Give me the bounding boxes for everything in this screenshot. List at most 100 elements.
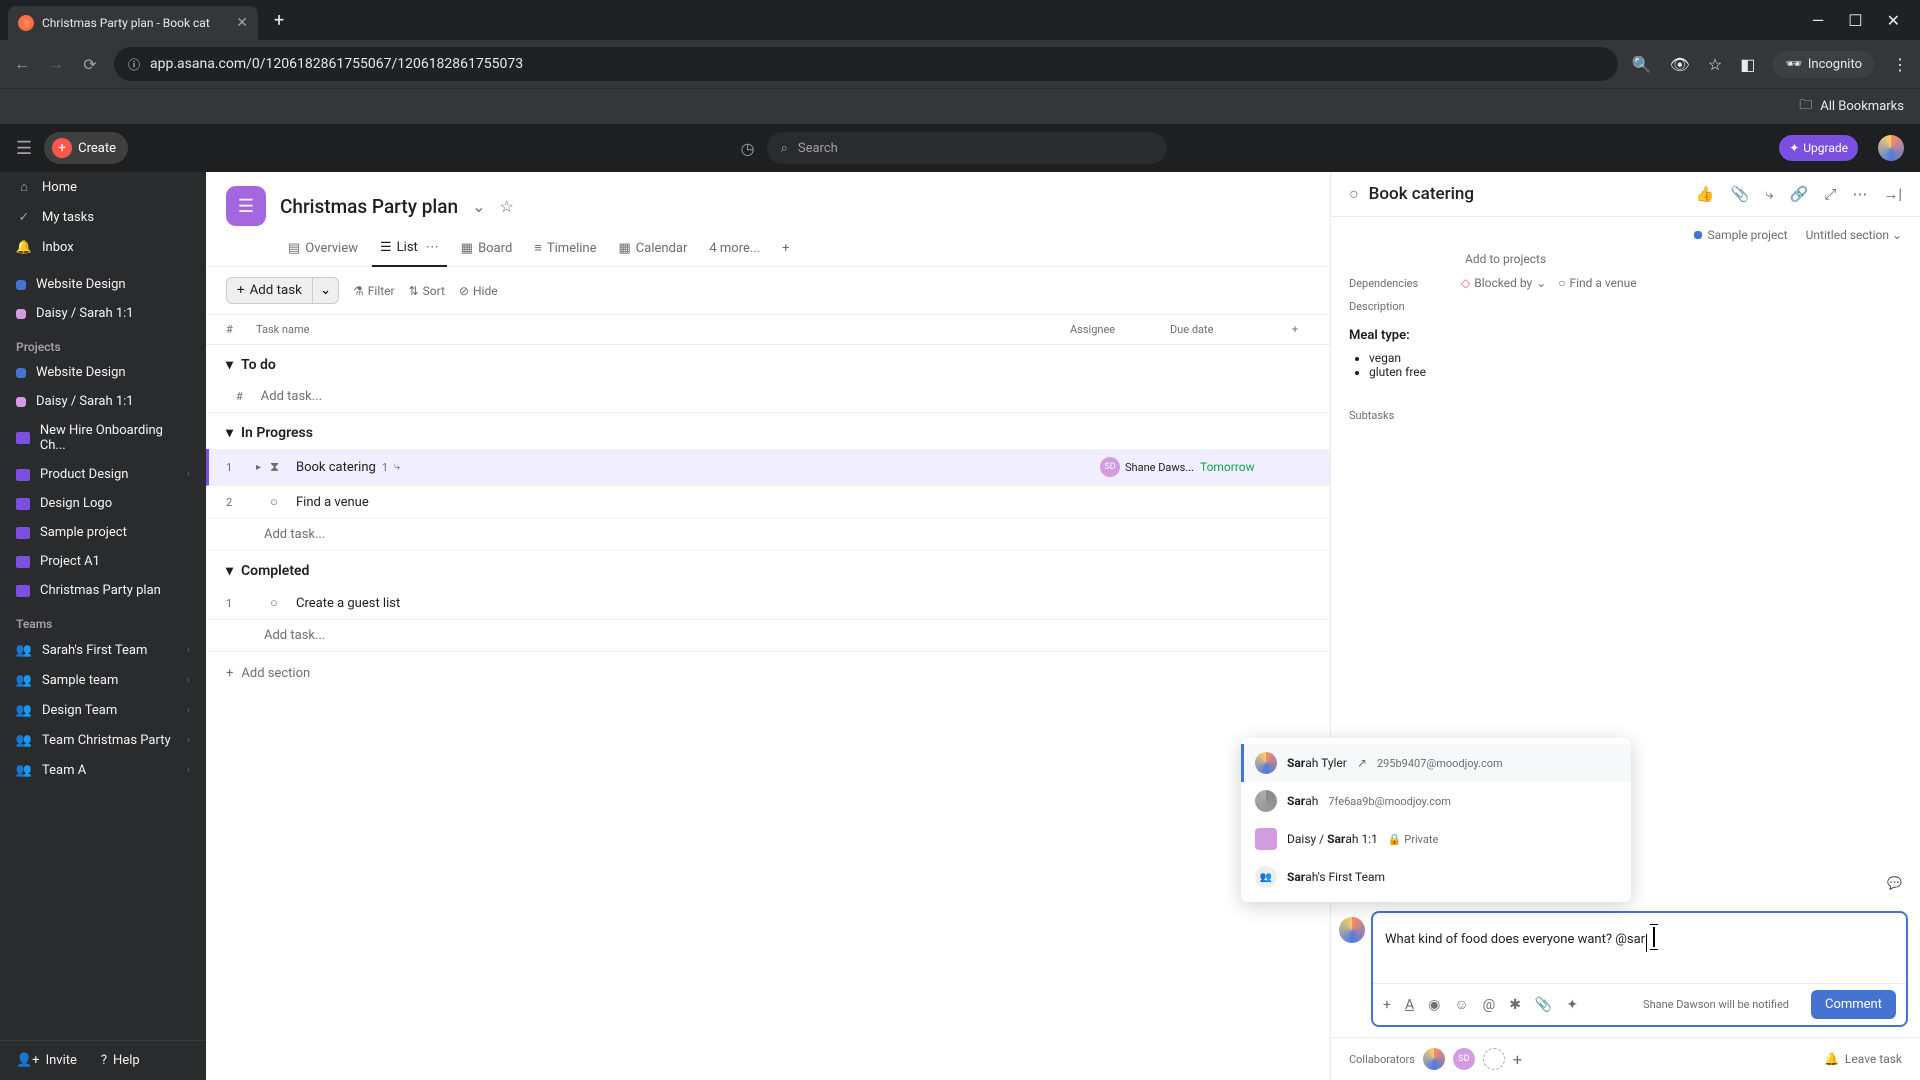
more-icon[interactable]: ⋯ [1852, 185, 1867, 203]
asterisk-icon[interactable]: ✱ [1509, 997, 1521, 1013]
task-due-cell[interactable]: Tomorrow [1200, 460, 1310, 474]
subtask-icon[interactable]: ⤷ [1765, 185, 1773, 203]
more-icon[interactable]: ⋯ [426, 240, 439, 255]
attach-icon[interactable]: 📎 [1535, 997, 1552, 1013]
tab-list[interactable]: ☰List⋯ [372, 234, 447, 267]
sidebar-project-item[interactable]: Daisy / Sarah 1:1 [0, 387, 206, 416]
comment-button[interactable]: Comment [1811, 990, 1896, 1019]
sidebar-project-item[interactable]: New Hire Onboarding Ch... [0, 416, 206, 460]
url-input[interactable]: ⓘ app.asana.com/0/1206182861755067/12061… [114, 47, 1618, 81]
link-icon[interactable]: 🔗 [1790, 185, 1809, 203]
task-name-cell[interactable]: Find a venue [296, 495, 1100, 510]
filter-button[interactable]: ⚗Filter [353, 284, 395, 298]
sidebar-team-item[interactable]: 👥Sample team› [0, 665, 206, 695]
check-circle-icon[interactable]: ○ [270, 595, 288, 611]
detail-title[interactable]: Book catering [1369, 184, 1686, 204]
tab-more[interactable]: 4 more... [701, 234, 768, 266]
ai-icon[interactable]: ✦ [1566, 997, 1578, 1013]
format-icon[interactable]: A [1405, 997, 1414, 1013]
browser-tab[interactable]: Christmas Party plan - Book cat ✕ [8, 6, 258, 40]
sidebar-team-item[interactable]: 👥Team Christmas Party› [0, 725, 206, 755]
add-task-row[interactable]: Add task... [206, 519, 1330, 551]
hide-button[interactable]: ⊘Hide [459, 284, 498, 298]
col-task-name[interactable]: Task name [256, 323, 1070, 336]
sort-button[interactable]: ⇅Sort [409, 284, 445, 298]
site-info-icon[interactable]: ⓘ [128, 56, 140, 73]
collapse-icon[interactable]: ▾ [226, 357, 233, 373]
emoji-icon[interactable]: ☺ [1454, 996, 1468, 1013]
star-icon[interactable]: ☆ [499, 197, 513, 216]
add-task-dropdown[interactable]: ⌄ [313, 277, 339, 304]
task-row[interactable]: 1 ○ Create a guest list [206, 587, 1330, 620]
task-name-cell[interactable]: Book catering 1 ⤷ [296, 460, 1100, 475]
sidebar-project-item[interactable]: Design Logo [0, 489, 206, 518]
attachment-icon[interactable]: 📎 [1731, 185, 1750, 203]
blocked-by-chip[interactable]: ◇Blocked by ⌄ [1461, 276, 1546, 290]
collaborator-avatar[interactable] [1423, 1048, 1445, 1070]
sidebar-team-item[interactable]: 👥Sarah's First Team› [0, 635, 206, 665]
leave-task-button[interactable]: 🔔Leave task [1824, 1052, 1902, 1066]
fullscreen-icon[interactable]: ⤢ [1824, 185, 1836, 203]
task-row[interactable]: 1 ▸ ⧗ Book catering 1 ⤷ SDShane Daws... … [206, 449, 1330, 486]
help-button[interactable]: ?Help [101, 1053, 140, 1068]
section-dropdown[interactable]: Untitled section ⌄ [1806, 228, 1902, 242]
collaborator-avatar[interactable]: SD [1453, 1048, 1475, 1070]
add-tab-button[interactable]: + [774, 234, 797, 266]
add-collaborator-button[interactable]: + [1513, 1050, 1522, 1069]
sidebar-my-tasks[interactable]: ✓My tasks [0, 202, 206, 232]
tab-board[interactable]: ▦Board [453, 234, 521, 266]
zoom-search-icon[interactable]: 🔍 [1632, 55, 1652, 74]
sidebar-project-item[interactable]: Website Design [0, 358, 206, 387]
add-icon[interactable]: + [1383, 997, 1391, 1013]
project-chip[interactable]: Sample project [1694, 228, 1787, 242]
sidebar-team-item[interactable]: 👥Design Team› [0, 695, 206, 725]
sidebar-project-item[interactable]: Product Design› [0, 460, 206, 489]
add-task-row[interactable]: Add task... [206, 620, 1330, 652]
mention-icon[interactable]: @ [1483, 997, 1496, 1013]
panel-icon[interactable]: ◧ [1740, 55, 1755, 74]
bookmark-star-icon[interactable]: ☆ [1708, 55, 1722, 74]
expand-icon[interactable]: ▸ [256, 462, 270, 473]
record-icon[interactable]: ◉ [1428, 997, 1440, 1013]
incognito-badge[interactable]: 🕶 Incognito [1773, 51, 1874, 78]
menu-icon[interactable]: ☰ [16, 138, 32, 159]
search-input[interactable]: ⌕ Search [767, 132, 1167, 164]
tab-timeline[interactable]: ≡Timeline [526, 234, 604, 266]
chevron-down-icon[interactable]: ⌄ [472, 197, 485, 216]
history-icon[interactable]: ◷ [741, 139, 755, 158]
check-circle-icon[interactable]: ○ [1349, 184, 1359, 204]
collapse-icon[interactable]: ▾ [226, 425, 233, 441]
section-header-inprogress[interactable]: ▾In Progress [206, 413, 1330, 449]
mention-option[interactable]: Sarah 7fe6aa9b@moodjoy.com [1241, 782, 1631, 820]
check-circle-icon[interactable]: ○ [270, 494, 288, 510]
comment-input[interactable]: What kind of food does everyone want? @s… [1373, 913, 1906, 983]
create-button[interactable]: + Create [44, 132, 128, 164]
user-avatar[interactable] [1878, 135, 1904, 161]
kebab-menu-icon[interactable]: ⋮ [1892, 55, 1908, 74]
task-name-cell[interactable]: Create a guest list [296, 596, 1100, 611]
tab-close-icon[interactable]: ✕ [236, 15, 248, 31]
add-to-projects-button[interactable]: Add to projects [1465, 252, 1546, 266]
section-header-todo[interactable]: ▾To do [206, 345, 1330, 381]
close-pane-icon[interactable]: →| [1883, 185, 1902, 203]
add-task-row[interactable]: #Add task... [206, 381, 1330, 413]
comment-bubble-icon[interactable]: 💬 [1887, 876, 1902, 890]
sidebar-team-item[interactable]: 👥Team A› [0, 755, 206, 785]
sidebar-home[interactable]: ⌂Home [0, 172, 206, 202]
dependency-task-link[interactable]: ○Find a venue [1558, 276, 1636, 290]
sidebar-recent-item[interactable]: Daisy / Sarah 1:1 [0, 299, 206, 328]
mention-option[interactable]: 👥 Sarah's First Team [1241, 858, 1631, 896]
col-assignee[interactable]: Assignee [1070, 323, 1170, 336]
all-bookmarks-label[interactable]: All Bookmarks [1820, 99, 1904, 114]
task-row[interactable]: 2 ○ Find a venue [206, 486, 1330, 519]
back-icon[interactable]: ← [12, 54, 32, 74]
reload-icon[interactable]: ⟳ [80, 55, 100, 74]
eye-off-icon[interactable]: 👁 [1670, 55, 1690, 74]
add-column-button[interactable]: + [1280, 323, 1310, 336]
sidebar-inbox[interactable]: 🔔Inbox [0, 232, 206, 262]
sidebar-project-item[interactable]: Project A1 [0, 547, 206, 576]
add-task-button[interactable]: + Add task [226, 277, 313, 304]
comment-composer[interactable]: What kind of food does everyone want? @s… [1371, 911, 1908, 1027]
minimize-icon[interactable]: ― [1812, 11, 1825, 30]
sidebar-project-item[interactable]: Sample project [0, 518, 206, 547]
